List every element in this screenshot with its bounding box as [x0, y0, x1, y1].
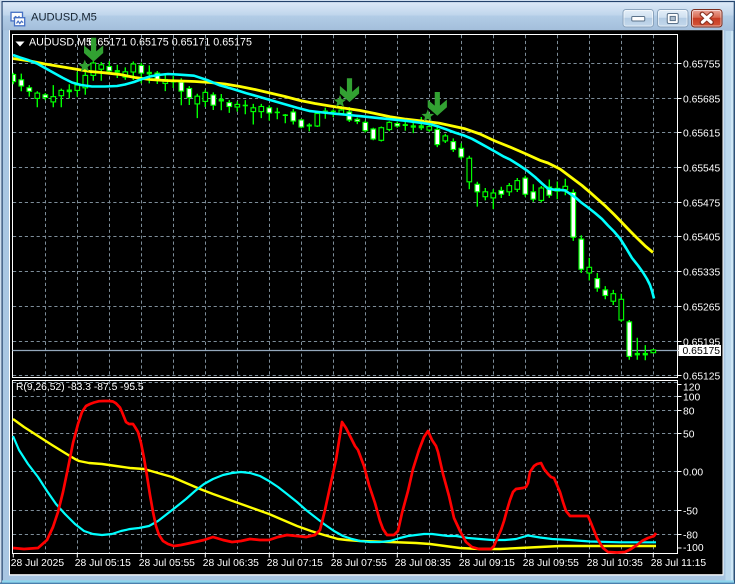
- svg-text:50: 50: [683, 430, 695, 441]
- svg-text:0.65615: 0.65615: [683, 129, 720, 140]
- svg-text:28 Jul 11:15: 28 Jul 11:15: [651, 558, 707, 569]
- svg-text:28 Jul 06:35: 28 Jul 06:35: [203, 558, 259, 569]
- svg-text:0.65755: 0.65755: [683, 60, 720, 71]
- svg-text:0.65175: 0.65175: [683, 346, 721, 357]
- svg-text:0.65171 0.65175 0.65171 0.6517: 0.65171 0.65175 0.65171 0.65175: [89, 37, 252, 49]
- svg-text:0.65335: 0.65335: [683, 268, 720, 279]
- svg-text:28 Jul 09:15: 28 Jul 09:15: [459, 558, 515, 569]
- svg-text:0.65405: 0.65405: [683, 233, 720, 244]
- svg-text:28 Jul 05:15: 28 Jul 05:15: [75, 558, 131, 569]
- svg-text:80: 80: [683, 407, 695, 418]
- svg-text:100: 100: [683, 393, 700, 404]
- svg-text:-50: -50: [683, 507, 698, 518]
- svg-text:28 Jul 07:15: 28 Jul 07:15: [267, 558, 323, 569]
- svg-text:28 Jul 07:55: 28 Jul 07:55: [331, 558, 387, 569]
- svg-text:-100: -100: [683, 543, 704, 554]
- svg-text:AUDUSD,M5: AUDUSD,M5: [31, 12, 97, 24]
- svg-text:0.65265: 0.65265: [683, 303, 720, 314]
- svg-text:R(9,26,52) -83.3 -87.5 -95.5: R(9,26,52) -83.3 -87.5 -95.5: [16, 382, 144, 393]
- svg-text:28 Jul 09:55: 28 Jul 09:55: [523, 558, 579, 569]
- svg-text:0.65475: 0.65475: [683, 199, 720, 210]
- svg-text:28 Jul 10:35: 28 Jul 10:35: [587, 558, 643, 569]
- svg-text:28 Jul 08:35: 28 Jul 08:35: [395, 558, 451, 569]
- svg-text:0.65545: 0.65545: [683, 164, 720, 175]
- svg-text:0.00: 0.00: [683, 468, 703, 479]
- svg-text:0.65685: 0.65685: [683, 95, 720, 106]
- svg-text:28 Jul 2025: 28 Jul 2025: [11, 558, 65, 569]
- svg-text:-80: -80: [683, 531, 698, 542]
- svg-text:0.65125: 0.65125: [683, 372, 720, 383]
- svg-text:AUDUSD,M5: AUDUSD,M5: [29, 37, 92, 49]
- svg-text:28 Jul 05:55: 28 Jul 05:55: [139, 558, 195, 569]
